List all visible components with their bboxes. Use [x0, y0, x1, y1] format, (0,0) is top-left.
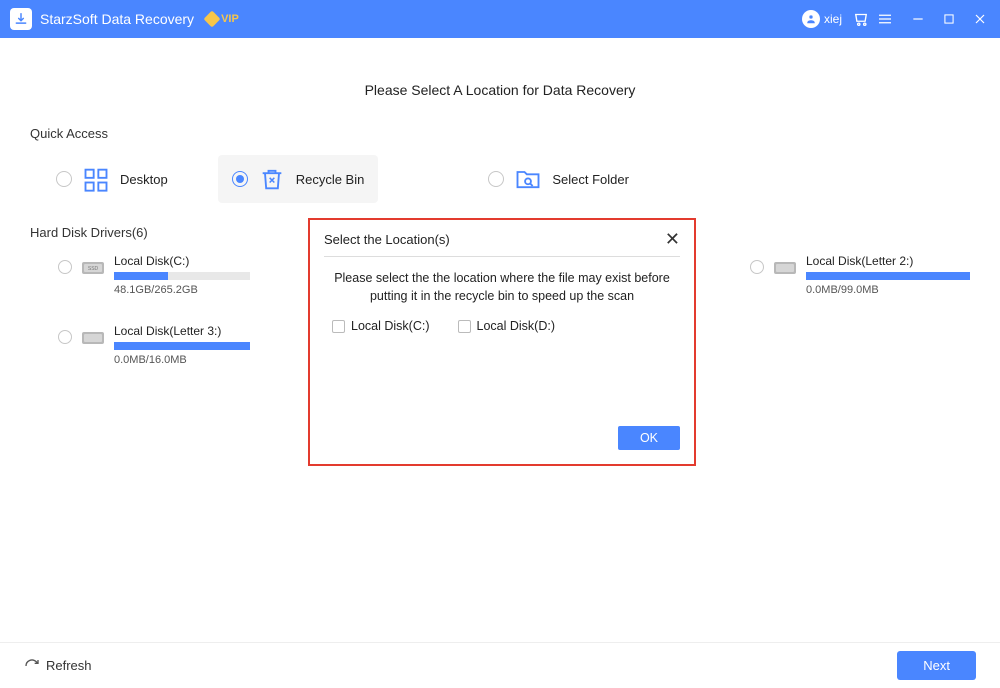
svg-text:SSD: SSD — [88, 266, 99, 272]
quick-item-recycle-bin[interactable]: Recycle Bin — [218, 155, 379, 203]
drive-name: Local Disk(C:) — [114, 254, 250, 268]
app-logo — [10, 8, 32, 30]
app-name: StarzSoft Data Recovery — [40, 11, 194, 27]
radio-icon — [488, 171, 504, 187]
quick-item-desktop[interactable]: Desktop — [42, 155, 182, 203]
diamond-icon — [204, 11, 221, 28]
checkbox-icon — [458, 320, 471, 333]
disk-icon — [80, 326, 106, 348]
drive-size: 0.0MB/16.0MB — [114, 354, 250, 366]
usage-bar — [114, 342, 250, 350]
vip-badge: VIP — [206, 13, 239, 25]
user-avatar-icon — [802, 10, 820, 28]
drive-name: Local Disk(Letter 3:) — [114, 324, 250, 338]
modal-message: Please select the the location where the… — [324, 257, 680, 319]
drive-name: Local Disk(Letter 2:) — [806, 254, 970, 268]
modal-option[interactable]: Local Disk(D:) — [458, 319, 556, 333]
drive-item[interactable]: SSD Local Disk(C:) 48.1GB/265.2GB — [58, 254, 250, 296]
minimize-button[interactable] — [910, 11, 926, 27]
titlebar: StarzSoft Data Recovery VIP xiej — [0, 0, 1000, 38]
desktop-icon — [82, 165, 110, 193]
radio-icon — [232, 171, 248, 187]
modal-option[interactable]: Local Disk(C:) — [332, 319, 430, 333]
radio-icon — [58, 260, 72, 274]
modal-options: Local Disk(C:) Local Disk(D:) — [324, 319, 680, 333]
disk-icon — [772, 256, 798, 278]
recycle-bin-icon — [258, 165, 286, 193]
usage-bar — [114, 272, 250, 280]
checkbox-icon — [332, 320, 345, 333]
quick-item-label: Desktop — [120, 172, 168, 187]
close-button[interactable] — [972, 11, 988, 27]
refresh-label: Refresh — [46, 658, 92, 673]
option-label: Local Disk(C:) — [351, 319, 430, 333]
user-account[interactable]: xiej — [802, 10, 842, 28]
quick-access-row: Desktop Recycle Bin Select Folder — [30, 155, 970, 203]
drive-size: 48.1GB/265.2GB — [114, 284, 250, 296]
quick-item-label: Select Folder — [552, 172, 629, 187]
drive-item[interactable]: Local Disk(Letter 3:) 0.0MB/16.0MB — [58, 324, 250, 366]
close-icon[interactable]: ✕ — [665, 230, 680, 248]
radio-icon — [58, 330, 72, 344]
quick-item-label: Recycle Bin — [296, 172, 365, 187]
refresh-icon — [24, 658, 40, 674]
location-modal: Select the Location(s) ✕ Please select t… — [308, 218, 696, 466]
quick-access-label: Quick Access — [30, 126, 970, 141]
radio-icon — [750, 260, 764, 274]
radio-icon — [56, 171, 72, 187]
page-heading: Please Select A Location for Data Recove… — [30, 82, 970, 98]
maximize-button[interactable] — [942, 12, 956, 26]
option-label: Local Disk(D:) — [477, 319, 556, 333]
cart-icon[interactable] — [852, 10, 870, 28]
menu-icon[interactable] — [876, 10, 894, 28]
disk-icon: SSD — [80, 256, 106, 278]
quick-item-select-folder[interactable]: Select Folder — [474, 155, 643, 203]
modal-title: Select the Location(s) — [324, 232, 450, 247]
usage-bar — [806, 272, 970, 280]
next-button[interactable]: Next — [897, 651, 976, 680]
folder-search-icon — [514, 165, 542, 193]
drive-size: 0.0MB/99.0MB — [806, 284, 970, 296]
drive-item[interactable]: Local Disk(Letter 2:) 0.0MB/99.0MB — [750, 254, 970, 296]
refresh-button[interactable]: Refresh — [24, 658, 92, 674]
ok-button[interactable]: OK — [618, 426, 680, 450]
vip-label: VIP — [221, 13, 239, 25]
user-name: xiej — [824, 12, 842, 26]
footer: Refresh Next — [0, 642, 1000, 688]
